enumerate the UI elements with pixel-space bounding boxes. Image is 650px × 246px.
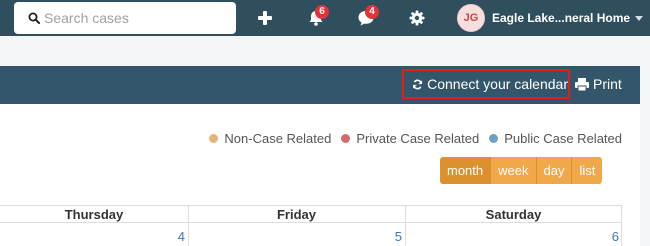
day-number[interactable]: 4: [178, 229, 185, 244]
day-view-button[interactable]: day: [536, 157, 573, 184]
month-view-button[interactable]: month: [440, 157, 492, 184]
grid-divider: [188, 205, 189, 246]
legend-dot: [209, 134, 219, 143]
sync-icon: [413, 79, 423, 89]
legend-label: Private Case Related: [356, 131, 480, 146]
print-button[interactable]: Print: [574, 72, 622, 96]
connect-calendar-label: Connect your calendar: [427, 76, 568, 92]
list-view-button[interactable]: list: [572, 157, 603, 184]
search-box[interactable]: [14, 2, 236, 34]
user-name: Eagle Lake...neral Home: [492, 11, 631, 25]
calendar-panel: Non-Case Related Private Case Related Pu…: [0, 104, 640, 246]
week-view-button[interactable]: week: [491, 157, 537, 184]
legend-label: Public Case Related: [504, 131, 622, 146]
calendar-grid: Thursday Friday Saturday 4 5 6: [0, 205, 622, 246]
notifications-badge: 6: [315, 5, 329, 19]
day-number[interactable]: 6: [612, 229, 619, 244]
grid-divider: [621, 205, 622, 246]
user-menu[interactable]: JG Eagle Lake...neral Home: [457, 4, 644, 32]
legend-label: Non-Case Related: [224, 131, 332, 146]
day-number[interactable]: 5: [395, 229, 402, 244]
day-header-friday: Friday: [188, 205, 405, 223]
connect-calendar-button[interactable]: Connect your calendar: [402, 69, 570, 99]
messages-badge: 4: [365, 5, 379, 19]
day-cell[interactable]: 6: [405, 223, 622, 246]
top-navbar: 6 4 JG Eagle Lake...neral Home: [0, 0, 650, 36]
event-legend: Non-Case Related Private Case Related Pu…: [199, 131, 622, 146]
print-icon: [575, 77, 589, 91]
messages-button[interactable]: 4: [356, 5, 379, 28]
day-cell[interactable]: 5: [188, 223, 405, 246]
day-header-thursday: Thursday: [0, 205, 188, 223]
legend-dot: [489, 134, 499, 143]
legend-item-non-case: Non-Case Related: [209, 131, 331, 146]
notifications-button[interactable]: 6: [306, 5, 329, 28]
gear-icon[interactable]: [407, 8, 427, 28]
legend-item-private-case: Private Case Related: [341, 131, 479, 146]
day-cell[interactable]: 4: [0, 223, 188, 246]
chevron-down-icon: [635, 15, 644, 21]
calendar-header-bar: Connect your calendar Print: [0, 66, 640, 104]
avatar: JG: [457, 4, 485, 32]
day-header-saturday: Saturday: [405, 205, 622, 223]
view-switcher: month week day list: [440, 157, 603, 184]
legend-dot: [341, 134, 351, 143]
grid-divider: [405, 205, 406, 246]
search-icon: [28, 12, 40, 24]
legend-item-public-case: Public Case Related: [489, 131, 622, 146]
print-label: Print: [593, 76, 622, 92]
plus-icon[interactable]: [255, 8, 275, 28]
search-input[interactable]: [44, 8, 230, 28]
